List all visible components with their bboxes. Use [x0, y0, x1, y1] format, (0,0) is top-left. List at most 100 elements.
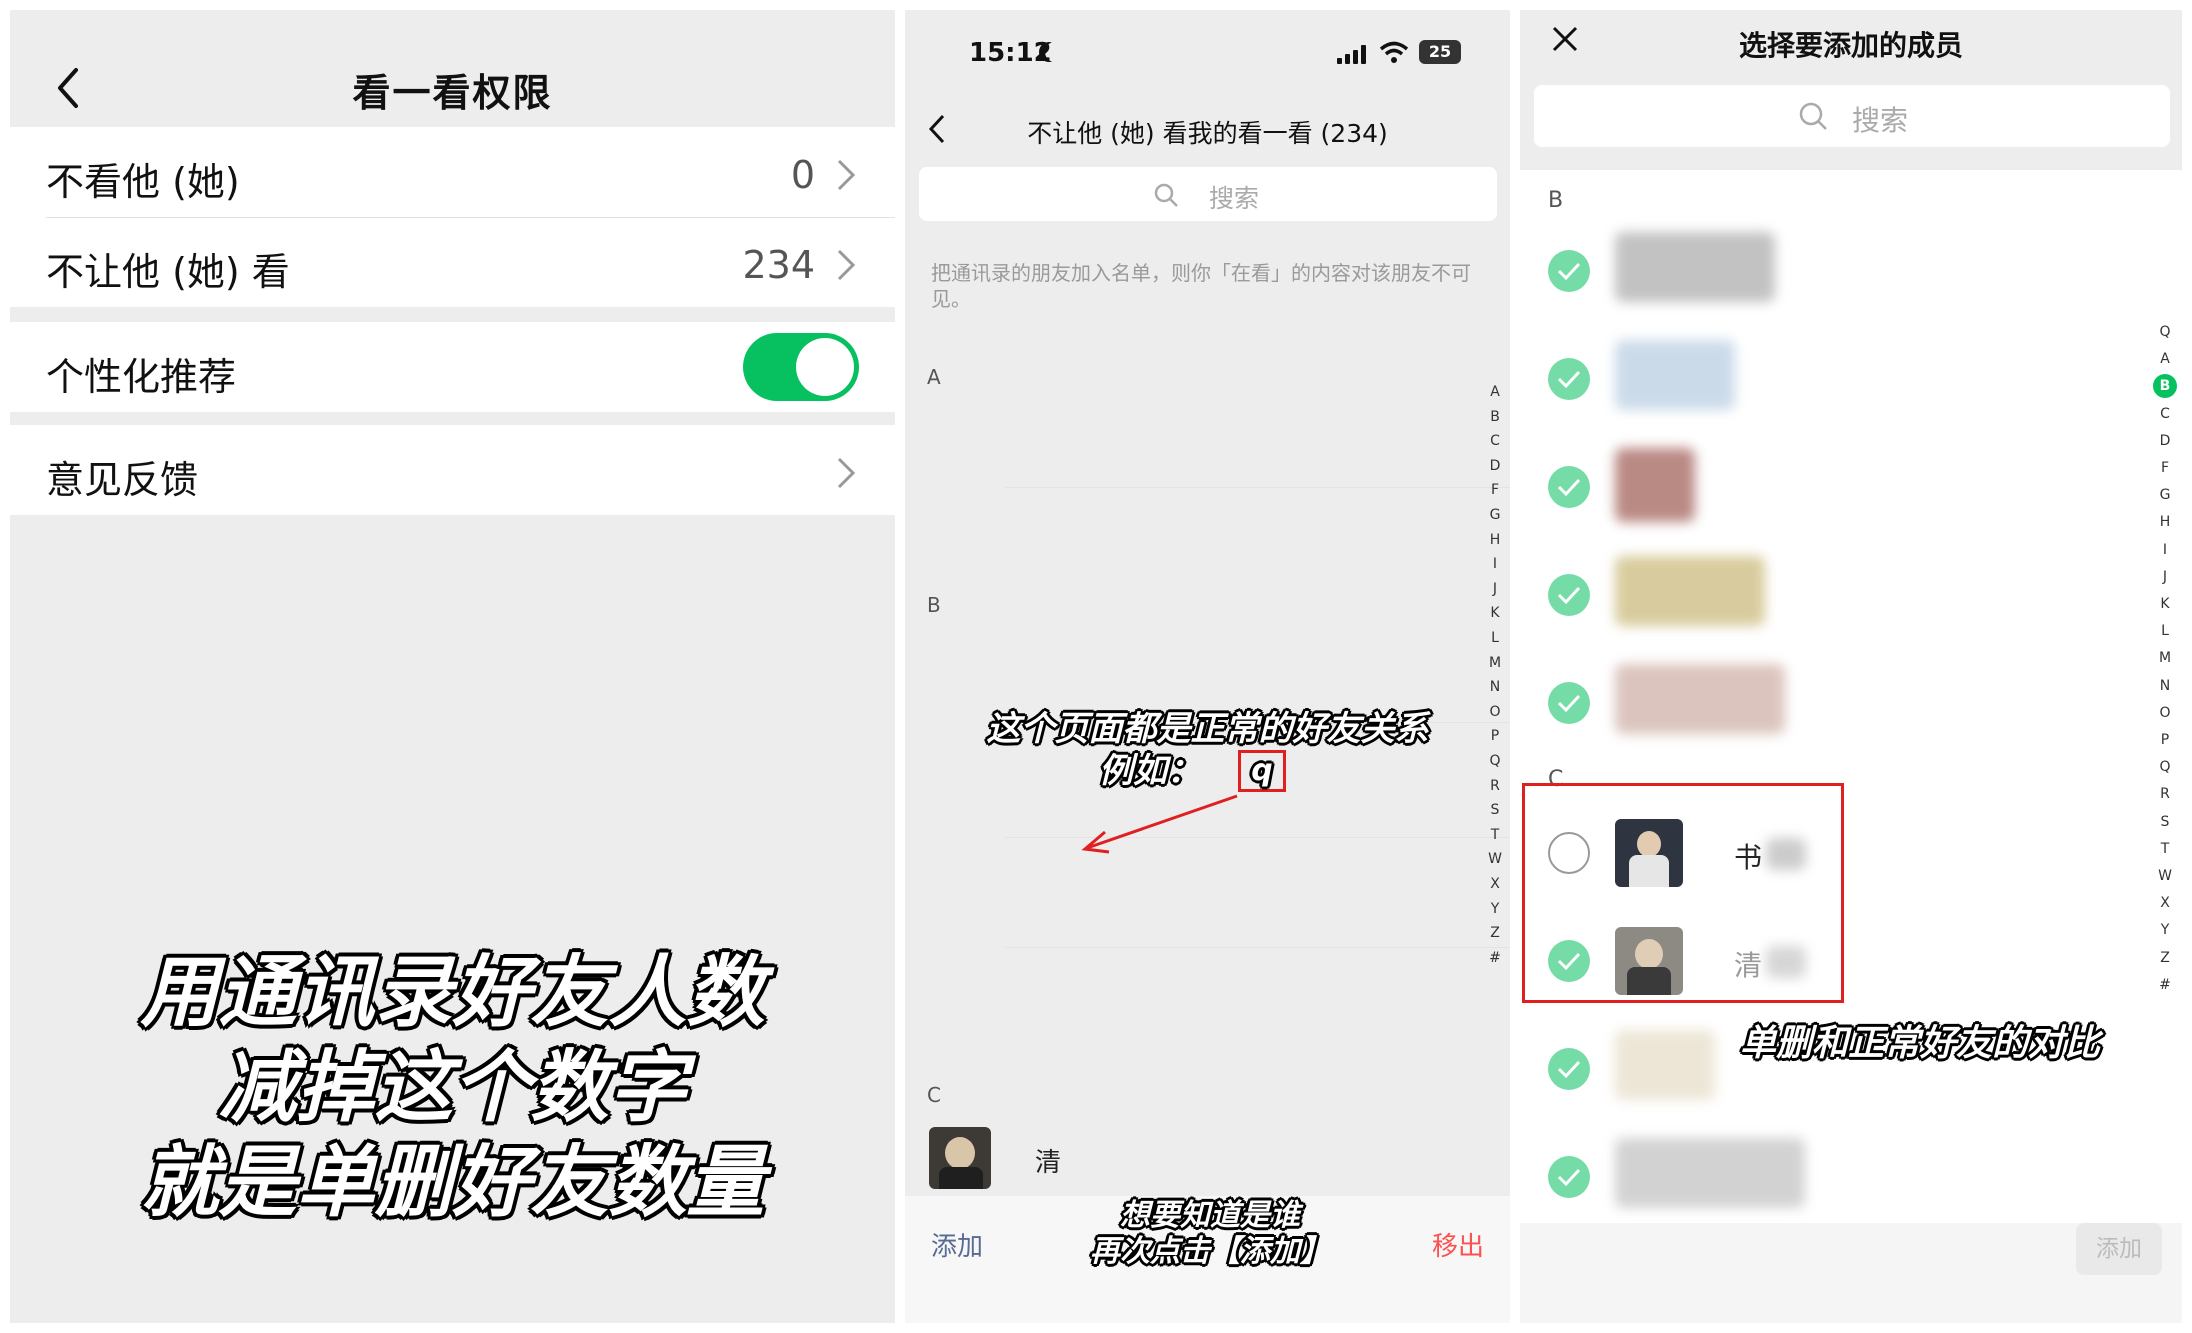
index-letter[interactable]: F: [2150, 456, 2180, 481]
wifi-icon: [1379, 41, 1409, 63]
add-button[interactable]: 添加: [931, 1226, 983, 1263]
index-letter[interactable]: N: [1480, 675, 1510, 700]
search-placeholder: 搜索: [1852, 104, 1909, 137]
index-letter[interactable]: C: [2150, 402, 2180, 427]
index-letter[interactable]: Q: [2150, 320, 2180, 345]
index-letter[interactable]: I: [2150, 538, 2180, 563]
comparison-highlight-box: [1522, 783, 1844, 1003]
index-letter[interactable]: R: [2150, 782, 2180, 807]
section-header-b: B: [1548, 188, 1564, 213]
index-letter[interactable]: K: [2150, 592, 2180, 617]
index-letter[interactable]: Q: [2150, 755, 2180, 780]
index-letter[interactable]: D: [2150, 429, 2180, 454]
checked-icon: [1548, 1156, 1590, 1198]
index-letter[interactable]: J: [1480, 577, 1510, 602]
list-item[interactable]: [1520, 544, 2140, 644]
index-letter[interactable]: J: [2150, 565, 2180, 590]
divider: [1005, 947, 1510, 948]
index-letter[interactable]: X: [1480, 872, 1510, 897]
index-letter[interactable]: O: [2150, 701, 2180, 726]
index-letter[interactable]: S: [1480, 798, 1510, 823]
checked-icon: [1548, 574, 1590, 616]
index-letter[interactable]: M: [1480, 651, 1510, 676]
blurred-avatar: [1615, 232, 1775, 302]
search-icon: [1154, 183, 1178, 207]
feedback-group: 意见反馈: [10, 425, 895, 515]
list-item[interactable]: [1520, 328, 2140, 428]
index-letter[interactable]: W: [1480, 847, 1510, 872]
index-letter[interactable]: I: [1480, 552, 1510, 577]
index-letter[interactable]: M: [2150, 646, 2180, 671]
index-letter[interactable]: G: [1480, 503, 1510, 528]
index-letter[interactable]: P: [2150, 728, 2180, 753]
visibility-group: 不看他 (她) 0 不让他 (她) 看 234: [10, 127, 895, 307]
confirm-add-button[interactable]: 添加: [2076, 1223, 2162, 1275]
index-letter[interactable]: Y: [1480, 897, 1510, 922]
index-letter[interactable]: L: [2150, 619, 2180, 644]
hide-from-row[interactable]: 不看他 (她) 0: [10, 127, 895, 217]
index-letter[interactable]: A: [2150, 347, 2180, 372]
section-header-a: A: [927, 365, 941, 389]
block-viewing-row[interactable]: 不让他 (她) 看 234: [10, 217, 895, 307]
chevron-right-icon: [837, 159, 856, 191]
index-letter[interactable]: H: [2150, 510, 2180, 535]
caption-line-1: 用通讯录好友人数: [140, 948, 765, 1038]
row-count: 0: [790, 153, 815, 197]
annotation-line-1: 这个页面都是正常的好友关系: [986, 709, 1429, 749]
remove-button[interactable]: 移出: [1432, 1226, 1484, 1263]
index-letter[interactable]: F: [1480, 478, 1510, 503]
index-letter[interactable]: G: [2150, 483, 2180, 508]
search-placeholder: 搜索: [1209, 184, 1260, 213]
index-letter[interactable]: Q: [1480, 749, 1510, 774]
index-letter[interactable]: H: [1480, 528, 1510, 553]
checked-icon: [1548, 1048, 1590, 1090]
status-time: 15:12: [969, 38, 1052, 68]
list-item[interactable]: [1520, 436, 2140, 536]
index-letter[interactable]: A: [1480, 380, 1510, 405]
nav-bar: 选择要添加的成员 搜索: [1520, 10, 2182, 170]
page-title: 不让他 (她) 看我的看一看 (234): [1027, 119, 1388, 148]
index-letter[interactable]: D: [1480, 454, 1510, 479]
row-label: 不看他 (她): [46, 160, 240, 204]
battery-icon: 25: [1419, 40, 1461, 64]
index-letter[interactable]: T: [1480, 823, 1510, 848]
index-letter[interactable]: K: [1480, 601, 1510, 626]
checked-icon: [1548, 250, 1590, 292]
checked-icon: [1548, 466, 1590, 508]
index-letter[interactable]: #: [2150, 973, 2180, 998]
index-letter[interactable]: T: [2150, 837, 2180, 862]
list-item[interactable]: [1520, 652, 2140, 752]
search-field[interactable]: 搜索: [919, 167, 1497, 221]
search-field[interactable]: 搜索: [1534, 85, 2170, 147]
status-bar: 15:12 25: [905, 10, 1510, 78]
index-letter[interactable]: Z: [2150, 946, 2180, 971]
caption-line-2: 减掉这个数字: [218, 1043, 687, 1133]
personalized-group: 个性化推荐: [10, 322, 895, 412]
personalized-toggle[interactable]: [743, 333, 859, 401]
index-letter[interactable]: R: [1480, 774, 1510, 799]
index-letter[interactable]: L: [1480, 626, 1510, 651]
index-letter[interactable]: N: [2150, 674, 2180, 699]
index-letter[interactable]: Y: [2150, 918, 2180, 943]
index-letter[interactable]: B: [1480, 405, 1510, 430]
nav-bar: 不让他 (她) 看我的看一看 (234): [905, 100, 1510, 160]
index-letter[interactable]: C: [1480, 429, 1510, 454]
index-letter[interactable]: Z: [1480, 921, 1510, 946]
contact-name[interactable]: 清: [1035, 1142, 1061, 1179]
avatar[interactable]: [929, 1127, 991, 1189]
index-letter[interactable]: S: [2150, 810, 2180, 835]
list-item[interactable]: [1520, 1126, 2140, 1226]
member-list: B C 书 清 添加: [1520, 170, 2182, 1323]
blurred-avatar: [1615, 340, 1735, 410]
annotation-box-text: q: [1251, 753, 1273, 788]
chevron-right-icon: [837, 457, 856, 489]
moon-icon: [1045, 42, 1065, 62]
hint-text: 把通讯录的朋友加入名单，则你「在看」的内容对该朋友不可见。: [931, 261, 1471, 311]
checked-icon: [1548, 682, 1590, 724]
index-letter[interactable]: W: [2150, 864, 2180, 889]
index-letter[interactable]: #: [1480, 946, 1510, 971]
annotation-bottom-1: 想要知道是谁: [1120, 1198, 1300, 1233]
index-letter[interactable]: X: [2150, 891, 2180, 916]
feedback-row[interactable]: 意见反馈: [10, 425, 895, 515]
list-item[interactable]: [1520, 220, 2140, 320]
